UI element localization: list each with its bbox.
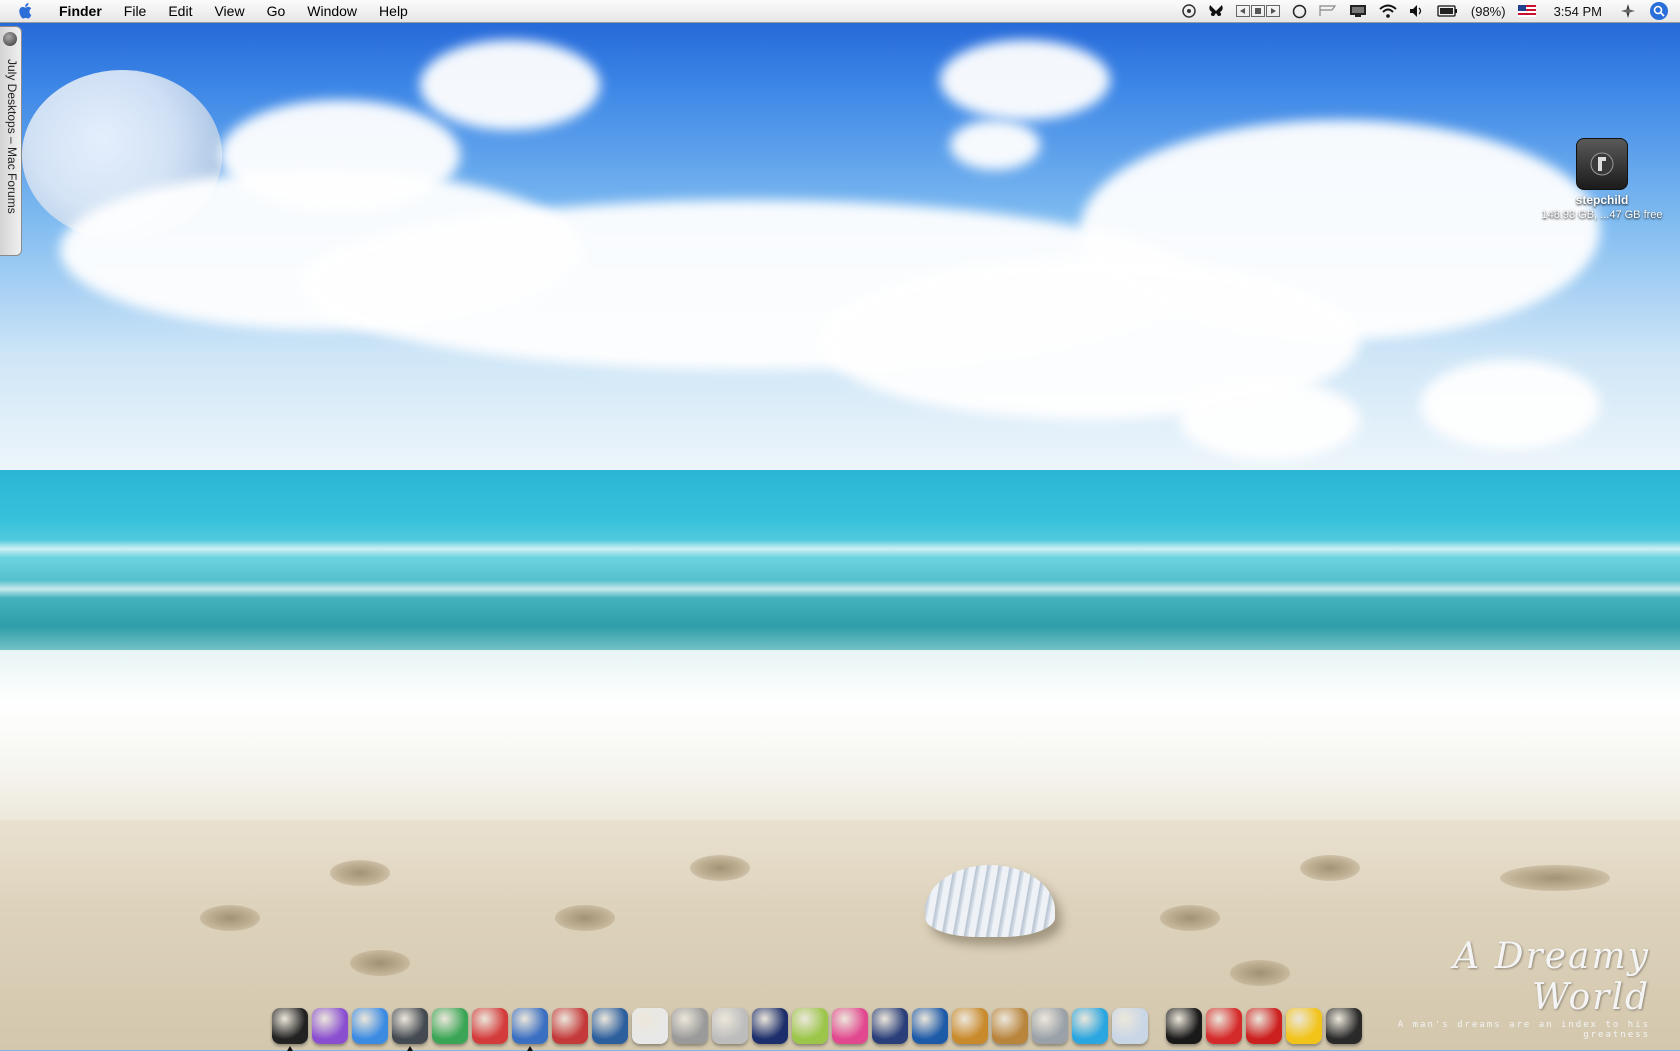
dock-ichat-icon[interactable] — [352, 1008, 388, 1044]
sea-wave — [0, 540, 1680, 558]
footprint — [555, 905, 615, 931]
dock-imovie-star-icon[interactable] — [752, 1008, 788, 1044]
dock-system-prefs-icon[interactable] — [1032, 1008, 1068, 1044]
dock-thundercats-icon[interactable] — [1246, 1008, 1282, 1044]
hard-drive-icon — [1576, 138, 1628, 190]
circle-status-icon[interactable] — [1292, 0, 1307, 22]
menu-edit[interactable]: Edit — [157, 0, 203, 22]
dock-messenger-icon[interactable] — [312, 1008, 348, 1044]
side-drawer-tab[interactable]: July Desktops – Mac Forums — [0, 26, 22, 256]
battery-percentage[interactable]: (98%) — [1471, 0, 1506, 22]
dock-ipod-icon[interactable] — [1112, 1008, 1148, 1044]
menu-go[interactable]: Go — [256, 0, 297, 22]
footprint — [1300, 855, 1360, 881]
dock — [270, 998, 1410, 1051]
dock-address-icon[interactable] — [712, 1008, 748, 1044]
running-indicator — [527, 1046, 533, 1051]
menu-app-finder[interactable]: Finder — [48, 0, 113, 22]
wallpaper-cloud — [1420, 360, 1600, 450]
wifi-icon[interactable] — [1379, 0, 1397, 22]
wallpaper-cloud — [1180, 380, 1360, 460]
flag-status-icon[interactable] — [1319, 0, 1337, 22]
dock-preview-icon[interactable] — [512, 1008, 548, 1051]
footprint — [1500, 865, 1610, 891]
footprint — [200, 905, 260, 931]
sea-wave — [0, 580, 1680, 598]
clock[interactable]: 3:54 PM — [1554, 0, 1602, 22]
dock-utility-icon[interactable] — [672, 1008, 708, 1044]
apple-menu-icon[interactable] — [16, 2, 36, 20]
dock-photo-booth-icon[interactable] — [592, 1008, 628, 1044]
menu-window[interactable]: Window — [296, 0, 368, 22]
footprint — [1230, 960, 1290, 986]
wallpaper-foam — [0, 650, 1680, 830]
drive-name: stepchild — [1575, 193, 1629, 207]
drawer-label: July Desktops – Mac Forums — [5, 59, 19, 214]
menu-bar: Finder File Edit View Go Window Help (98… — [0, 0, 1680, 23]
dock-batman-icon[interactable] — [1286, 1008, 1322, 1044]
dock-ical-icon[interactable] — [472, 1008, 508, 1044]
dock-palette-icon[interactable] — [792, 1008, 828, 1044]
dock-flower-icon[interactable] — [832, 1008, 868, 1044]
dock-garageband-icon[interactable] — [952, 1008, 988, 1044]
battery-icon[interactable] — [1437, 0, 1459, 22]
dock-terminal-icon[interactable] — [272, 1008, 308, 1051]
desktop-wallpaper: A Dreamy World A man's dreams are an ind… — [0, 0, 1680, 1050]
dock-trash-icon[interactable] — [1326, 1008, 1362, 1044]
wallpaper-cloud — [940, 40, 1110, 120]
footprint — [690, 855, 750, 881]
dock-safari-icon[interactable] — [392, 1008, 428, 1051]
volume-icon[interactable] — [1409, 0, 1425, 22]
wallpaper-cloud — [420, 40, 600, 130]
wallpaper-cloud — [950, 120, 1040, 170]
menu-bar-extras: (98%) 3:54 PM — [1176, 0, 1680, 22]
running-indicator — [287, 1046, 293, 1051]
dock-dvd-player-icon[interactable] — [912, 1008, 948, 1044]
dock-folder-stack-icon[interactable] — [1166, 1008, 1202, 1044]
drive-info: 148.93 GB, ...47 GB free — [1541, 209, 1663, 221]
footprint — [350, 950, 410, 976]
drawer-globe-icon — [3, 32, 17, 46]
running-indicator — [407, 1046, 413, 1051]
footprint — [330, 860, 390, 886]
wallpaper-cloud — [220, 100, 460, 210]
media-controls-icon[interactable] — [1235, 0, 1280, 22]
desktop-drive-stepchild[interactable]: stepchild 148.93 GB, ...47 GB free — [1535, 138, 1669, 221]
menu-file[interactable]: File — [113, 0, 158, 22]
menu-help[interactable]: Help — [368, 0, 419, 22]
compass-icon[interactable] — [1620, 0, 1636, 22]
display-icon[interactable] — [1349, 0, 1367, 22]
sync-icon[interactable] — [1182, 0, 1196, 22]
dock-no-entry-icon[interactable] — [552, 1008, 588, 1044]
dock-skype-icon[interactable] — [1072, 1008, 1108, 1044]
dock-superhero-icon[interactable] — [1206, 1008, 1242, 1044]
menu-view[interactable]: View — [203, 0, 255, 22]
us-flag-icon[interactable] — [1517, 0, 1536, 22]
spotlight-icon[interactable] — [1650, 2, 1668, 20]
dock-textedit-icon[interactable] — [632, 1008, 668, 1044]
dock-itunes-icon[interactable] — [432, 1008, 468, 1044]
menu-bar-left: Finder File Edit View Go Window Help — [0, 0, 419, 22]
dock-clapper-icon[interactable] — [872, 1008, 908, 1044]
dock-photo-icon[interactable] — [992, 1008, 1028, 1044]
butterfly-icon[interactable] — [1208, 0, 1224, 22]
wallpaper-sea — [0, 470, 1680, 670]
footprint — [1160, 905, 1220, 931]
